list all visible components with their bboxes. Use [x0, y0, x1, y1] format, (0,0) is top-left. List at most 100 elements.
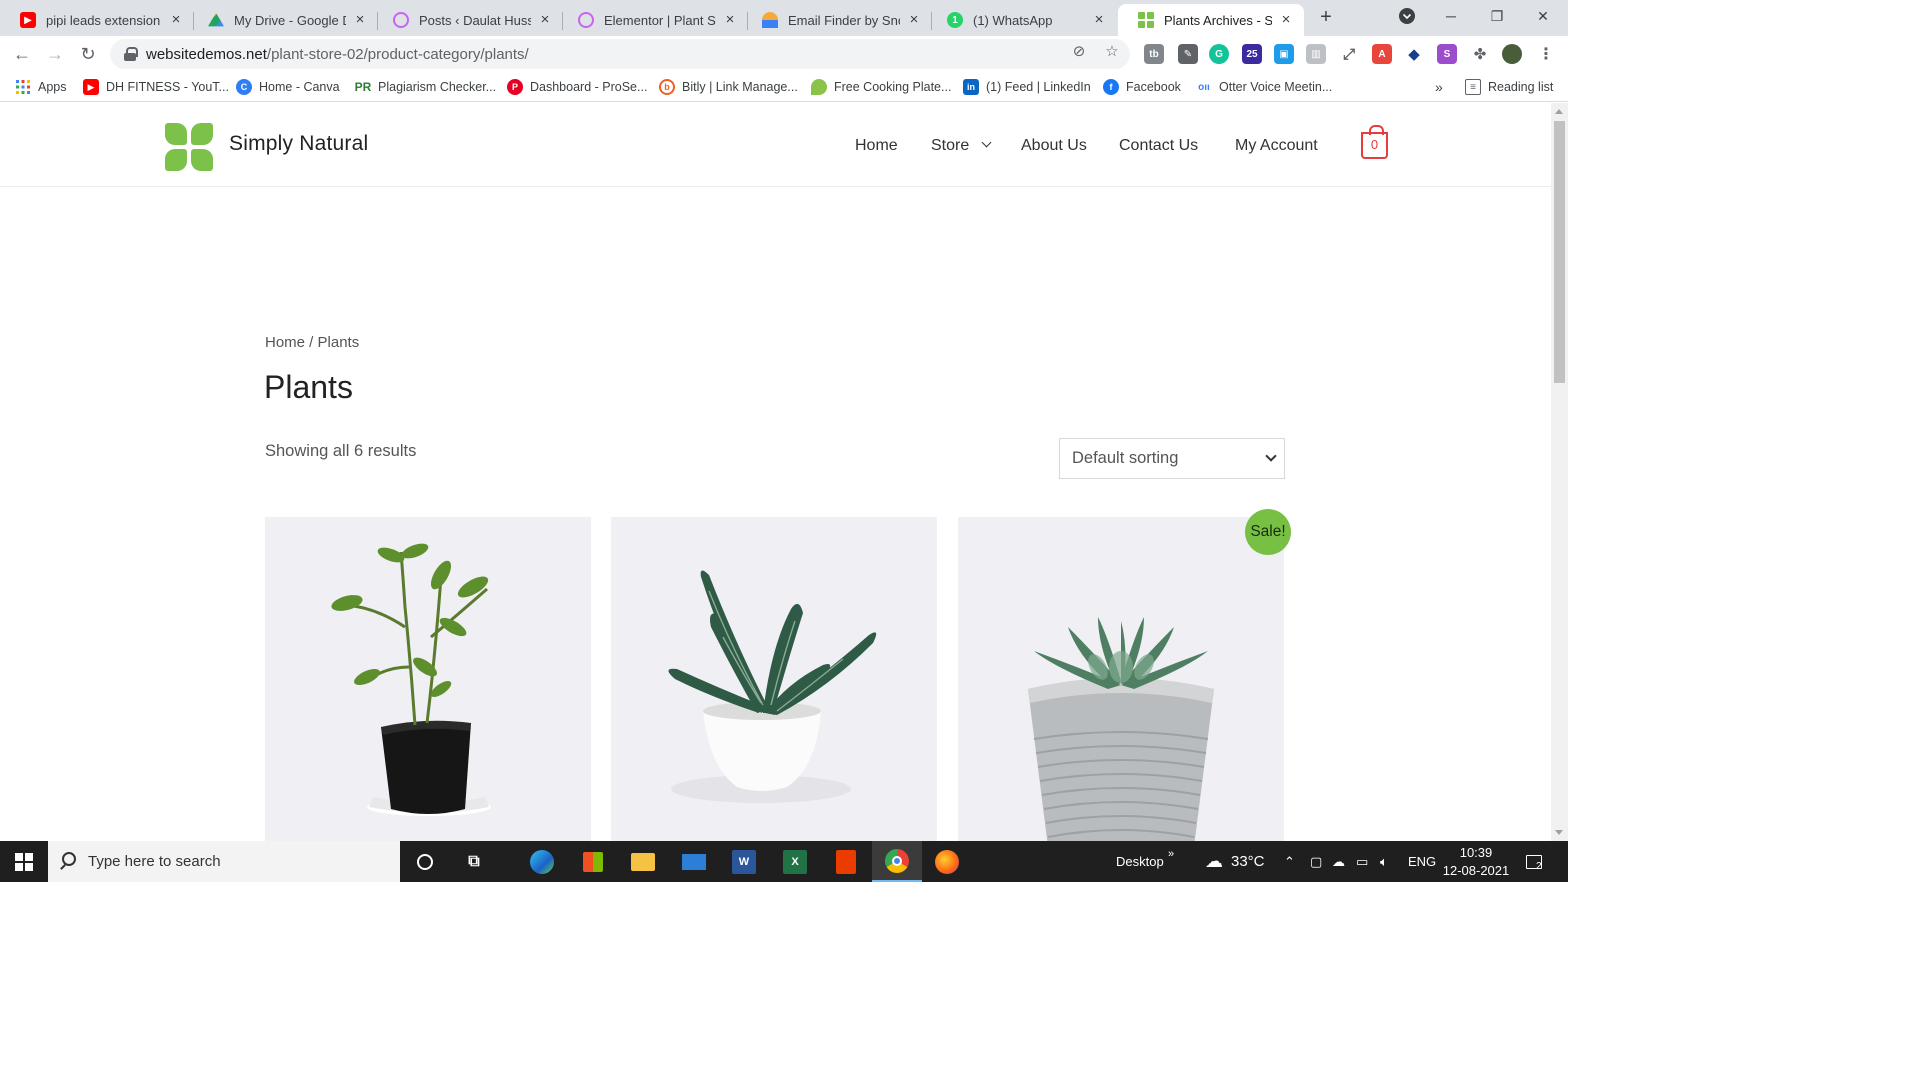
chevron-double-icon[interactable]: »	[1168, 833, 1174, 874]
page-scrollbar[interactable]	[1551, 103, 1568, 841]
puzzle-icon[interactable]: ✤	[1470, 44, 1490, 64]
tab-title: Plants Archives - Simp	[1164, 12, 1272, 28]
volume-icon[interactable]: 🔈︎	[1380, 841, 1388, 882]
excel-icon[interactable]: X	[780, 847, 810, 877]
office-icon[interactable]	[831, 847, 861, 877]
close-icon[interactable]: ×	[537, 12, 553, 28]
tab-search-button[interactable]	[1384, 0, 1430, 32]
weather-widget[interactable]: ☁ 33°C	[1205, 841, 1265, 882]
prepostseo-icon: PR	[354, 80, 372, 94]
extension-icon[interactable]: ✎	[1178, 44, 1198, 64]
bookmark-otter[interactable]: oıı Otter Voice Meetin...	[1196, 78, 1332, 96]
restore-button[interactable]: ❐	[1474, 0, 1520, 32]
site-logo[interactable]	[165, 123, 213, 171]
bookmark-prose-dashboard[interactable]: P Dashboard - ProSe...	[507, 78, 647, 96]
close-icon[interactable]: ×	[352, 12, 368, 28]
tab-1[interactable]: My Drive - Google Dri ×	[188, 4, 378, 36]
extension-icon[interactable]: ▣	[1274, 44, 1294, 64]
reading-list-button[interactable]: ≡ Reading list	[1465, 78, 1553, 96]
grammarly-icon[interactable]: G	[1209, 44, 1229, 64]
back-button[interactable]: ←	[8, 40, 36, 68]
edge-icon[interactable]	[527, 847, 557, 877]
product-card[interactable]	[265, 517, 591, 841]
tab-0[interactable]: ▶ pipi leads extension - ×	[0, 4, 194, 36]
nav-store[interactable]: Store	[931, 137, 992, 155]
eye-off-icon[interactable]: ⊘	[1070, 43, 1088, 61]
sort-select[interactable]: Default sorting	[1059, 438, 1285, 479]
show-hidden-icons-button[interactable]: ⌃	[1284, 841, 1295, 882]
avatar[interactable]	[1502, 44, 1522, 64]
forward-button[interactable]: →	[41, 40, 69, 68]
close-icon[interactable]: ×	[722, 12, 738, 28]
bookmark-dh-fitness[interactable]: ▶ DH FITNESS - YouT...	[83, 78, 229, 96]
extension-icon[interactable]: ▥	[1306, 44, 1326, 64]
meet-now-icon[interactable]: ▢	[1310, 841, 1322, 882]
breadcrumb-home[interactable]: Home	[265, 334, 305, 351]
taskbar-search[interactable]: Type here to search	[48, 841, 400, 882]
lock-icon[interactable]	[124, 47, 138, 61]
whatsapp-icon: 1	[947, 12, 963, 28]
tab-active[interactable]: Plants Archives - Simp ×	[1118, 4, 1304, 36]
word-icon[interactable]: W	[729, 847, 759, 877]
cart-button[interactable]: 0	[1361, 125, 1388, 159]
bookmark-label: Free Cooking Plate...	[834, 80, 952, 94]
extension-icon[interactable]: 25	[1242, 44, 1262, 64]
cortana-icon[interactable]	[410, 847, 440, 877]
extension-icon[interactable]: ◆	[1404, 44, 1424, 64]
nav-about-us[interactable]: About Us	[1021, 137, 1087, 155]
bookmark-canva[interactable]: C Home - Canva	[236, 78, 340, 96]
product-image[interactable]	[265, 517, 591, 841]
menu-icon[interactable]: ⋮	[1536, 44, 1556, 64]
notifications-button[interactable]: 2	[1526, 841, 1542, 882]
extension-icon[interactable]: A	[1372, 44, 1392, 64]
nav-my-account[interactable]: My Account	[1235, 137, 1318, 155]
close-icon[interactable]: ×	[1278, 12, 1294, 28]
bookmark-linkedin[interactable]: in (1) Feed | LinkedIn	[963, 78, 1091, 96]
close-icon[interactable]: ×	[906, 12, 922, 28]
battery-icon[interactable]: ▭	[1356, 841, 1368, 882]
clock[interactable]: 10:39 12-08-2021	[1443, 841, 1510, 882]
chrome-icon[interactable]	[872, 841, 922, 882]
close-window-button[interactable]: ✕	[1520, 0, 1566, 32]
firefox-icon[interactable]	[932, 847, 962, 877]
task-view-icon[interactable]: ⧉	[459, 847, 489, 877]
product-image[interactable]	[611, 517, 937, 841]
reload-button[interactable]: ↻	[74, 40, 102, 68]
bookmark-apps[interactable]: Apps	[15, 78, 67, 96]
bookmark-star-icon[interactable]: ☆	[1103, 43, 1121, 61]
bookmark-bitly[interactable]: b Bitly | Link Manage...	[659, 78, 798, 96]
address-bar[interactable]: websitedemos.net/plant-store-02/product-…	[110, 39, 1130, 69]
bookmark-plagiarism-checker[interactable]: PR Plagiarism Checker...	[355, 78, 496, 96]
more-bookmarks-button[interactable]: »	[1435, 78, 1443, 96]
tab-3[interactable]: Elementor | Plant Store ×	[558, 4, 748, 36]
google-drive-icon	[208, 12, 224, 27]
bookmark-facebook[interactable]: f Facebook	[1103, 78, 1181, 96]
tab-2[interactable]: Posts ‹ Daulat Hussain ×	[373, 4, 563, 36]
scroll-down-icon[interactable]	[1555, 830, 1563, 835]
onedrive-icon[interactable]: ☁	[1332, 841, 1345, 882]
extension-icon[interactable]: ⤢	[1339, 44, 1359, 64]
extension-icon[interactable]: tb	[1144, 44, 1164, 64]
site-brand-name[interactable]: Simply Natural	[229, 132, 368, 156]
close-icon[interactable]: ×	[1091, 12, 1107, 28]
nav-home[interactable]: Home	[855, 137, 898, 155]
nav-contact-us[interactable]: Contact Us	[1119, 137, 1198, 155]
bookmark-cooking-plate[interactable]: Free Cooking Plate...	[811, 78, 951, 96]
language-indicator[interactable]: ENG	[1408, 841, 1436, 882]
tab-5[interactable]: 1 (1) WhatsApp ×	[927, 4, 1117, 36]
tab-4[interactable]: Email Finder by Snov.i ×	[742, 4, 932, 36]
mail-icon[interactable]	[679, 847, 709, 877]
minimize-button[interactable]: ─	[1428, 0, 1474, 32]
store-icon[interactable]	[578, 847, 608, 877]
product-card[interactable]	[958, 517, 1284, 841]
file-explorer-icon[interactable]	[628, 847, 658, 877]
new-tab-button[interactable]: +	[1314, 6, 1338, 30]
desktop-toolbar[interactable]: Desktop	[1116, 841, 1164, 882]
scrollbar-thumb[interactable]	[1554, 121, 1565, 383]
scroll-up-icon[interactable]	[1555, 109, 1563, 114]
close-icon[interactable]: ×	[168, 12, 184, 28]
product-image[interactable]	[958, 517, 1284, 841]
product-card[interactable]	[611, 517, 937, 841]
start-button[interactable]	[0, 841, 48, 882]
extension-icon[interactable]: S	[1437, 44, 1457, 64]
